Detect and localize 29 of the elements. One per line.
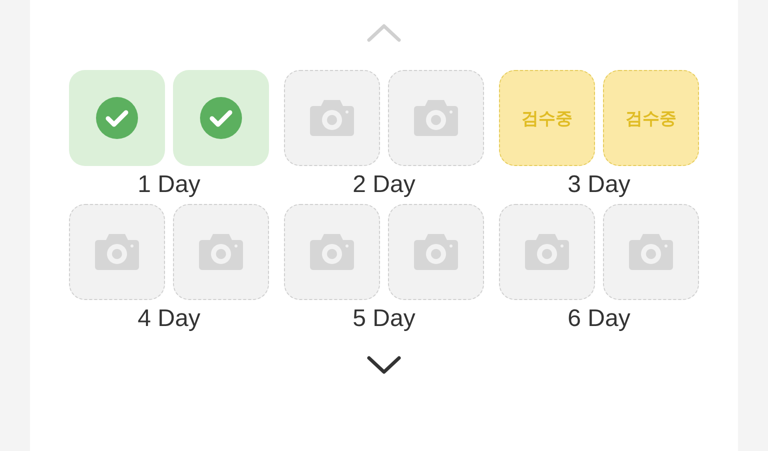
camera-icon xyxy=(199,234,243,270)
check-icon xyxy=(200,97,242,139)
chevron-down-icon[interactable] xyxy=(366,354,402,376)
camera-icon xyxy=(310,234,354,270)
camera-icon xyxy=(95,234,139,270)
reviewing-photo-slot[interactable]: 검수중 xyxy=(499,70,595,166)
day-label: 3 Day xyxy=(568,170,630,200)
photo-upload-slot[interactable] xyxy=(603,204,699,300)
photo-upload-slot[interactable] xyxy=(284,204,380,300)
check-icon xyxy=(96,97,138,139)
day-label: 2 Day xyxy=(352,170,416,200)
photo-upload-slot[interactable] xyxy=(499,204,595,300)
day-label: 1 Day xyxy=(138,170,200,200)
camera-icon xyxy=(629,234,673,270)
photo-upload-slot[interactable] xyxy=(284,70,380,166)
camera-icon xyxy=(310,100,354,136)
day-label: 5 Day xyxy=(352,304,416,334)
camera-icon xyxy=(525,234,569,270)
photo-upload-slot[interactable] xyxy=(388,204,484,300)
camera-icon xyxy=(414,234,458,270)
photo-upload-slot[interactable] xyxy=(173,204,269,300)
day-label: 4 Day xyxy=(138,304,200,334)
photo-upload-slot[interactable] xyxy=(69,204,165,300)
reviewing-photo-slot[interactable]: 검수중 xyxy=(603,70,699,166)
photo-upload-slot[interactable] xyxy=(388,70,484,166)
completed-photo-slot[interactable] xyxy=(173,70,269,166)
camera-icon xyxy=(414,100,458,136)
day-label: 6 Day xyxy=(568,304,630,334)
completed-photo-slot[interactable] xyxy=(69,70,165,166)
